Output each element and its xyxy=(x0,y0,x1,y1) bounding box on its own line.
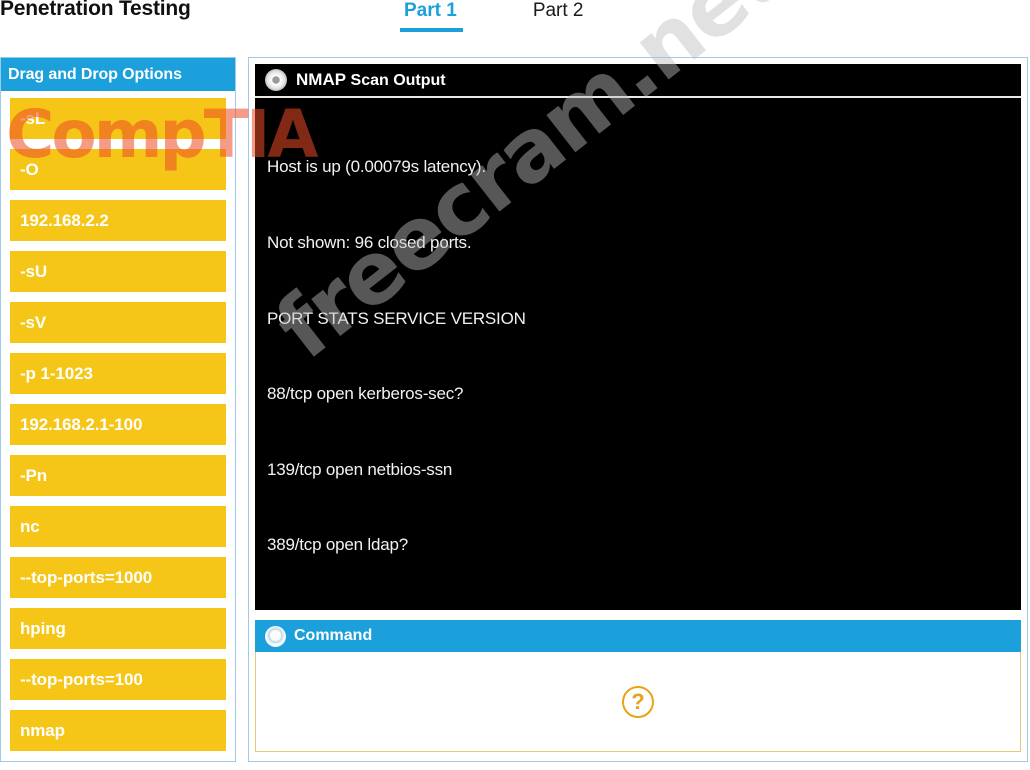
dnd-option[interactable]: -O xyxy=(10,149,226,190)
disc-icon xyxy=(265,625,286,647)
nmap-title-bar: NMAP Scan Output xyxy=(255,64,1021,98)
command-drop-zone[interactable]: ? xyxy=(255,652,1021,752)
question-mark-icon[interactable]: ? xyxy=(622,685,654,718)
nmap-line: 88/tcp open kerberos-sec? xyxy=(267,384,464,404)
command-title-bar: Command xyxy=(255,620,1021,652)
nmap-panel-title: NMAP Scan Output xyxy=(296,70,446,90)
nmap-title-rest: Scan Output xyxy=(350,72,446,89)
nmap-title-bold: NMAP xyxy=(296,70,347,89)
command-panel: Command ? xyxy=(255,620,1021,755)
exhibit-panel: NMAP Scan Output Host is up (0.00079s la… xyxy=(248,57,1028,762)
dnd-option[interactable]: -Pn xyxy=(10,455,226,496)
dnd-option[interactable]: nmap xyxy=(10,710,226,751)
nmap-line: Host is up (0.00079s latency). xyxy=(267,157,486,177)
dnd-option[interactable]: hping xyxy=(10,608,226,649)
dnd-option[interactable]: nc xyxy=(10,506,226,547)
nmap-line: PORT STATS SERVICE VERSION xyxy=(267,308,526,328)
drag-and-drop-panel: Drag and Drop Options -sL -O 192.168.2.2… xyxy=(0,57,236,762)
dnd-option[interactable]: -sV xyxy=(10,302,226,343)
disc-icon xyxy=(265,69,287,91)
dnd-option[interactable]: -sU xyxy=(10,251,226,292)
dnd-option[interactable]: -p 1-1023 xyxy=(10,353,226,394)
drag-and-drop-header: Drag and Drop Options xyxy=(1,58,235,91)
nmap-line: 389/tcp open ldap? xyxy=(267,535,409,555)
nmap-line: Not shown: 96 closed ports. xyxy=(267,233,472,253)
nmap-line: 139/tcp open netbios-ssn xyxy=(267,459,453,479)
command-panel-title: Command xyxy=(294,627,373,644)
dnd-option[interactable]: 192.168.2.2 xyxy=(10,200,226,241)
dnd-option[interactable]: -sL xyxy=(10,98,226,139)
tab-bar: Part 1 Part 2 xyxy=(400,0,584,32)
page-header: Penetration Testing Part 1 Part 2 xyxy=(0,0,1030,50)
page-title: Penetration Testing xyxy=(0,0,191,20)
dnd-option[interactable]: --top-ports=1000 xyxy=(10,557,226,598)
tab-part-1[interactable]: Part 1 xyxy=(400,0,463,32)
dnd-option[interactable]: --top-ports=100 xyxy=(10,659,226,700)
nmap-output-text: Host is up (0.00079s latency). Not shown… xyxy=(255,98,1021,610)
dnd-option[interactable]: 192.168.2.1-100 xyxy=(10,404,226,445)
tab-part-2[interactable]: Part 2 xyxy=(533,0,584,28)
drag-and-drop-option-list: -sL -O 192.168.2.2 -sU -sV -p 1-1023 192… xyxy=(1,91,235,751)
nmap-scan-output-panel: NMAP Scan Output Host is up (0.00079s la… xyxy=(255,64,1021,610)
nmap-line: 445/tcp open microsoft-ds? xyxy=(267,608,1021,610)
